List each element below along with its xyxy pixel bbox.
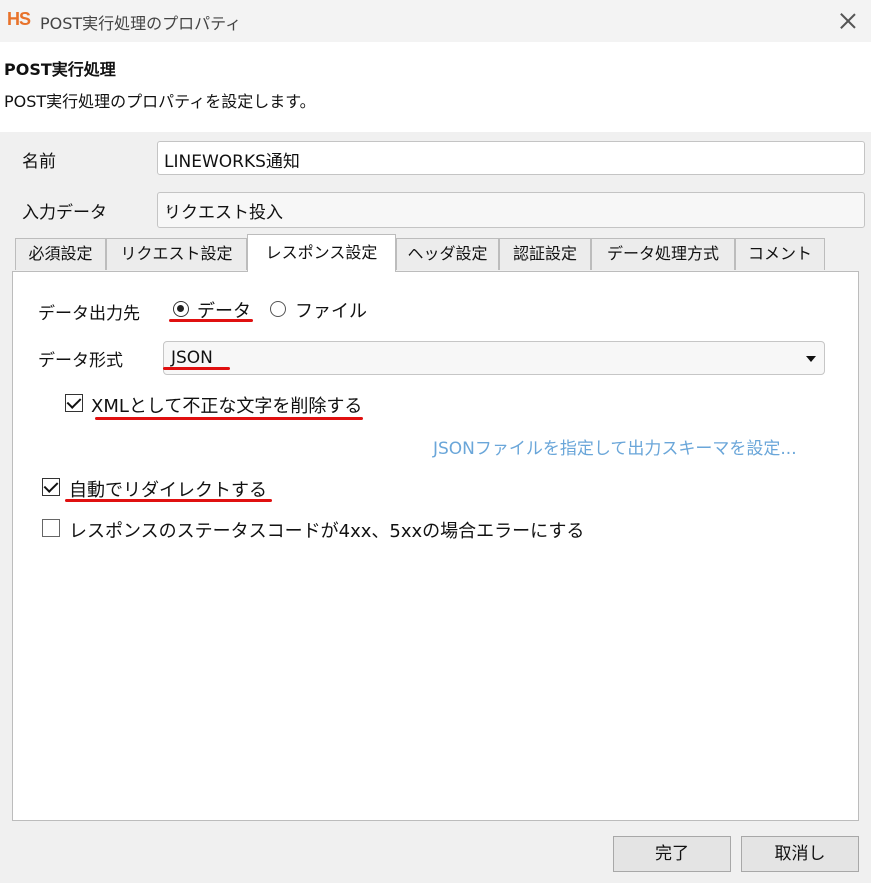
dialog-header: POST実行処理 POST実行処理のプロパティを設定します。 xyxy=(0,42,871,132)
chevron-down-icon: ⌄ xyxy=(164,198,176,214)
tab-data-processing[interactable]: データ処理方式 xyxy=(591,238,735,270)
data-format-value: JSON xyxy=(171,348,213,368)
output-destination-label: データ出力先 xyxy=(38,304,140,324)
status-error-checkbox[interactable] xyxy=(42,519,60,537)
ok-button[interactable]: 完了 xyxy=(613,836,731,872)
tab-request[interactable]: リクエスト設定 xyxy=(106,238,247,270)
name-input-value: LINEWORKS通知 xyxy=(164,152,300,172)
radio-file[interactable] xyxy=(270,301,286,317)
xml-invalid-chars-label[interactable]: XMLとして不正な文字を削除する xyxy=(91,392,362,418)
header-description: POST実行処理のプロパティを設定します。 xyxy=(4,92,316,111)
name-label: 名前 xyxy=(22,152,56,172)
xml-invalid-chars-checkbox[interactable] xyxy=(65,394,83,412)
cancel-button[interactable]: 取消し xyxy=(741,836,859,872)
tab-header[interactable]: ヘッダ設定 xyxy=(396,238,499,270)
schema-link[interactable]: JSONファイルを指定して出力スキーマを設定... xyxy=(433,434,797,459)
data-format-label: データ形式 xyxy=(38,351,123,371)
radio-data[interactable] xyxy=(173,301,189,317)
window-title: POST実行処理のプロパティ xyxy=(40,14,242,33)
highlight-underline xyxy=(65,499,272,502)
input-data-select[interactable]: リクエスト投入 ⌄ xyxy=(157,192,865,228)
highlight-underline xyxy=(169,319,253,322)
title-bar: HS POST実行処理のプロパティ xyxy=(0,0,871,42)
dropdown-arrow-icon xyxy=(806,356,816,362)
close-icon[interactable] xyxy=(833,6,863,36)
tab-auth[interactable]: 認証設定 xyxy=(499,238,591,270)
input-data-label: 入力データ xyxy=(22,203,107,223)
highlight-underline xyxy=(95,417,363,420)
tab-comment[interactable]: コメント xyxy=(735,238,825,270)
name-input[interactable]: LINEWORKS通知 xyxy=(157,141,865,175)
app-logo-icon: HS xyxy=(7,9,31,29)
tab-response[interactable]: レスポンス設定 xyxy=(247,234,396,272)
highlight-underline xyxy=(163,367,230,370)
header-title: POST実行処理 xyxy=(4,60,116,79)
status-error-label[interactable]: レスポンスのステータスコードが4xx、5xxの場合エラーにする xyxy=(69,517,584,543)
tab-required[interactable]: 必須設定 xyxy=(15,238,106,270)
radio-file-label[interactable]: ファイル xyxy=(295,297,367,323)
data-format-select[interactable]: JSON xyxy=(163,341,825,375)
auto-redirect-checkbox[interactable] xyxy=(42,478,60,496)
